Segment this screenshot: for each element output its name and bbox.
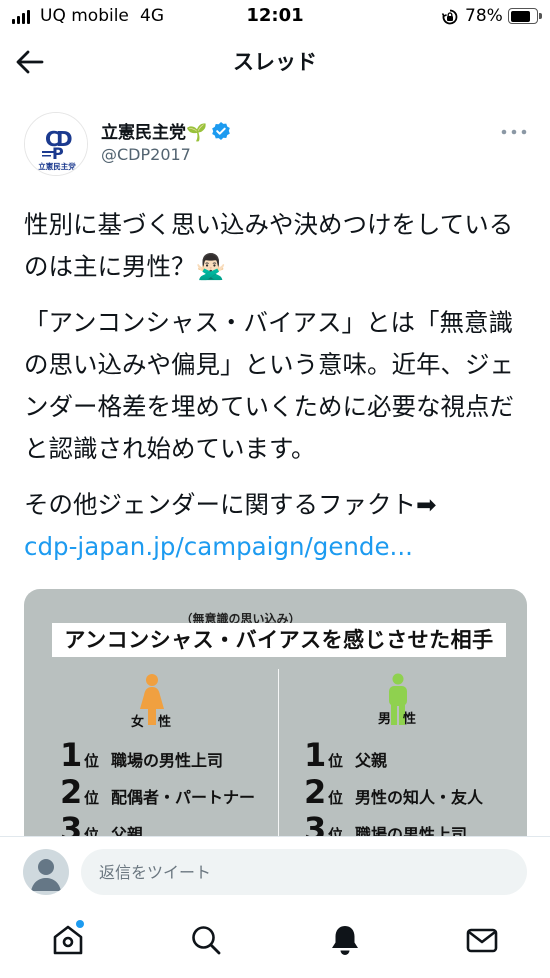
verified-badge-icon — [212, 121, 230, 140]
rank-label: 職場の男性上司 — [111, 751, 224, 770]
tweet-paragraph-3-text: その他ジェンダーに関するファクト➡ — [24, 490, 437, 519]
female-label: 女性 — [131, 715, 186, 730]
rank-number: 2 — [304, 773, 327, 811]
rank-number: 1 — [60, 736, 83, 774]
rank-suffix: 位 — [328, 752, 344, 770]
image-title: アンコンシャス・バイアスを感じさせた相手 — [64, 628, 494, 652]
svg-text:立憲民主党: 立憲民主党 — [38, 161, 76, 171]
tweet-link[interactable]: cdp-japan.jp/campaign/gende... — [24, 532, 413, 561]
tab-notifications[interactable] — [327, 922, 363, 958]
female-ranking: 1 位 職場の男性上司 2 位 配偶者・パートナー 3 位 父親 — [60, 736, 255, 839]
bottom-tab-bar — [0, 904, 550, 978]
rank-row: 2 位 男性の知人・友人 — [304, 773, 484, 811]
status-bar: UQ mobile 4G 12:01 78% — [0, 0, 550, 36]
default-user-icon — [31, 859, 61, 891]
tweet-body: 性別に基づく思い込みや決めつけをしているのは主に男性？🙅🏻‍♂️ 「アンコンシャ… — [24, 204, 534, 582]
author-name-text: 立憲民主党🌱 — [101, 123, 208, 143]
rotation-lock-icon — [441, 9, 458, 25]
rank-label: 配偶者・パートナー — [111, 788, 256, 807]
battery-icon — [508, 8, 538, 24]
rank-suffix: 位 — [328, 789, 344, 807]
battery-percent: 78% — [465, 6, 503, 26]
male-ranking: 1 位 父親 2 位 男性の知人・友人 3 位 職場の男性上司 — [304, 736, 483, 839]
cdp-logo-icon: C D P 立憲民主党 — [25, 113, 87, 175]
tweet-image[interactable]: （無意識の思い込み） アンコンシャス・バイアスを感じさせた相手 女性 男性 1 … — [24, 589, 527, 839]
rank-suffix: 位 — [84, 752, 100, 770]
page-title: スレッド — [233, 50, 317, 74]
image-divider — [278, 669, 279, 839]
rank-row: 3 位 職場の男性上司 — [304, 810, 483, 839]
tab-messages[interactable] — [464, 922, 500, 958]
male-label: 男性 — [378, 712, 429, 727]
tab-search[interactable] — [188, 922, 224, 958]
author-name[interactable]: 立憲民主党🌱 — [101, 118, 231, 143]
image-title-bar: アンコンシャス・バイアスを感じさせた相手 — [52, 623, 506, 657]
svg-text:P: P — [52, 144, 64, 163]
reply-input[interactable] — [81, 849, 527, 895]
tweet-paragraph-2: 「アンコンシャス・バイアス」とは「無意識の思い込みや偏見」という意味。近年、ジェ… — [24, 308, 514, 463]
rank-number: 3 — [304, 810, 327, 839]
mail-icon — [466, 928, 498, 953]
notification-dot — [76, 920, 84, 928]
rank-label: 男性の知人・友人 — [355, 788, 484, 807]
bell-icon — [332, 926, 358, 955]
battery-tip — [539, 13, 542, 19]
user-avatar[interactable] — [23, 849, 69, 895]
rank-row: 1 位 職場の男性上司 — [60, 736, 255, 774]
author-handle[interactable]: @CDP2017 — [101, 145, 191, 164]
rank-row: 2 位 配偶者・パートナー — [60, 773, 256, 811]
more-options-icon[interactable] — [500, 128, 528, 136]
rank-suffix: 位 — [84, 789, 100, 807]
rank-number: 3 — [60, 810, 83, 839]
rank-row: 1 位 父親 — [304, 736, 483, 774]
reply-bar — [0, 836, 550, 904]
tweet-paragraph-3: その他ジェンダーに関するファクト➡ cdp-japan.jp/campaign/… — [24, 484, 534, 568]
rank-number: 1 — [304, 736, 327, 774]
search-icon — [192, 926, 221, 955]
rank-label: 父親 — [355, 751, 388, 770]
nav-header: スレッド — [0, 38, 550, 86]
rank-number: 2 — [60, 773, 83, 811]
rank-row: 3 位 父親 — [60, 810, 255, 839]
author-avatar[interactable]: C D P 立憲民主党 — [24, 112, 88, 176]
tweet-paragraph-1: 性別に基づく思い込みや決めつけをしているのは主に男性？🙅🏻‍♂️ — [24, 210, 514, 281]
